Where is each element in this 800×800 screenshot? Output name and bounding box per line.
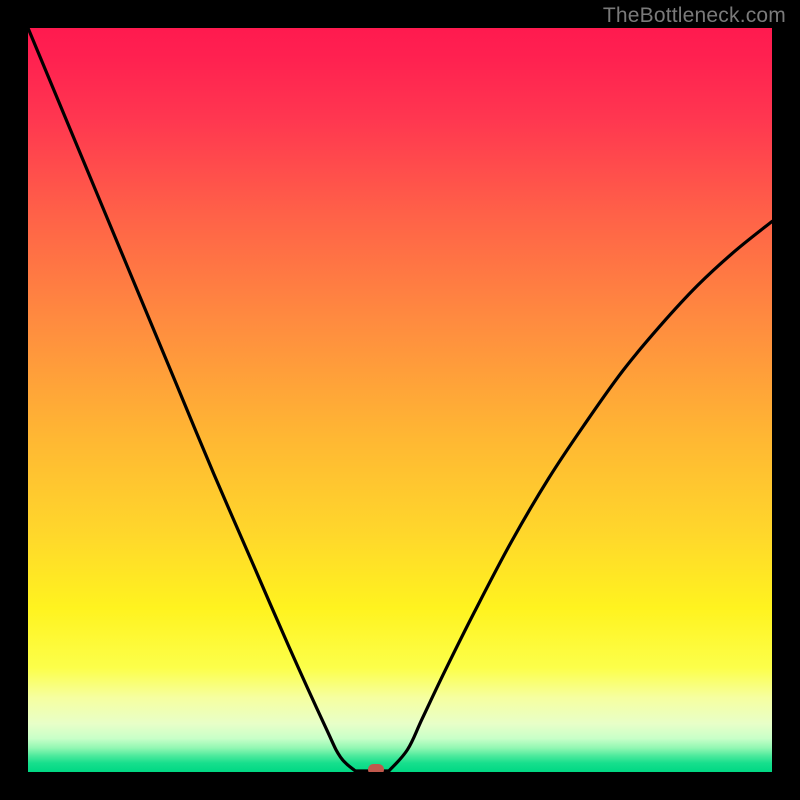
plot-area: [28, 28, 772, 772]
chart-frame: TheBottleneck.com: [0, 0, 800, 800]
watermark-text: TheBottleneck.com: [603, 4, 786, 28]
bottleneck-curve: [28, 28, 772, 772]
optimal-point-marker: [368, 764, 384, 772]
